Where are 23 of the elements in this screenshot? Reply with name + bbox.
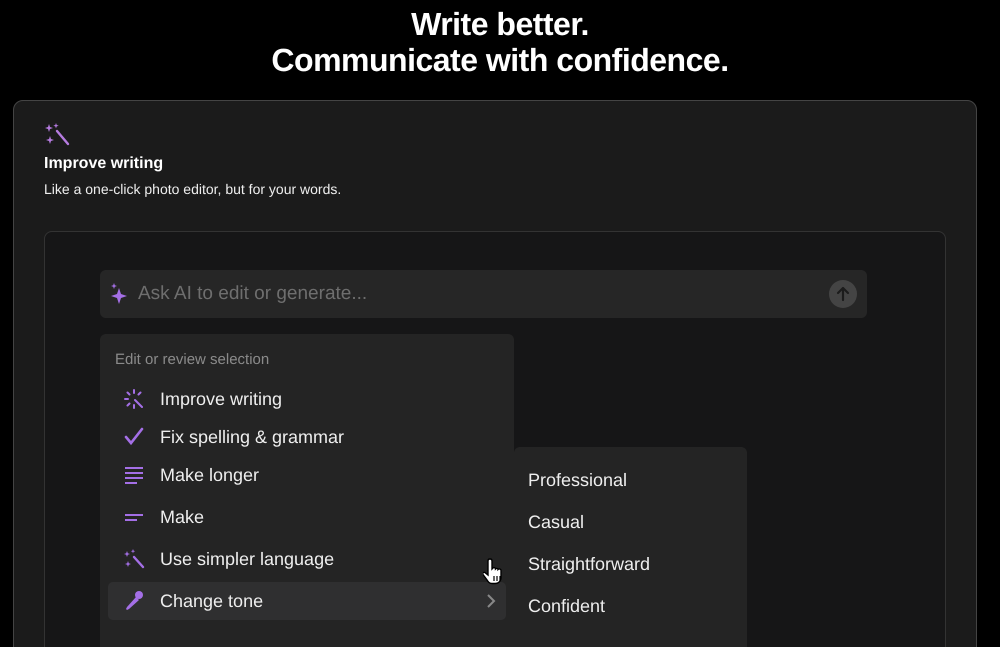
- headline: Communicate with confidence.: [270, 42, 730, 78]
- feature-description: Like a one-click photo editor, but for your words.: [44, 181, 342, 197]
- submenu-item[interactable]: Confident: [514, 585, 620, 627]
- menu-item[interactable]: Fix spelling & grammar: [108, 418, 506, 456]
- submenu-item[interactable]: Casual: [514, 501, 598, 543]
- menu-item[interactable]: Make: [108, 498, 506, 536]
- headline: Write better.: [410, 6, 590, 42]
- menu-item[interactable]: Improve writing: [108, 380, 506, 418]
- submenu-item[interactable]: Professional: [514, 459, 642, 501]
- sparkle-icon: [122, 387, 146, 411]
- short-lines-icon: [122, 512, 146, 522]
- prompt-field[interactable]: Ask AI to edit or generate...: [100, 270, 867, 318]
- menu-item[interactable]: Change tone: [108, 582, 506, 620]
- feature-title: Improve writing: [44, 155, 164, 173]
- menu-item[interactable]: Make longer: [108, 456, 506, 494]
- menu-item[interactable]: Use simpler language: [108, 540, 506, 578]
- menu-heading: Edit or review selection: [114, 350, 270, 370]
- send-button[interactable]: [829, 280, 857, 308]
- chevron-right-icon: [486, 593, 496, 609]
- magic-wand-icon: [122, 547, 146, 571]
- prompt-input[interactable]: Ask AI to edit or generate...: [136, 282, 823, 306]
- magic-wand-icon: [44, 123, 70, 147]
- submenu-item[interactable]: Straightforward: [514, 543, 664, 585]
